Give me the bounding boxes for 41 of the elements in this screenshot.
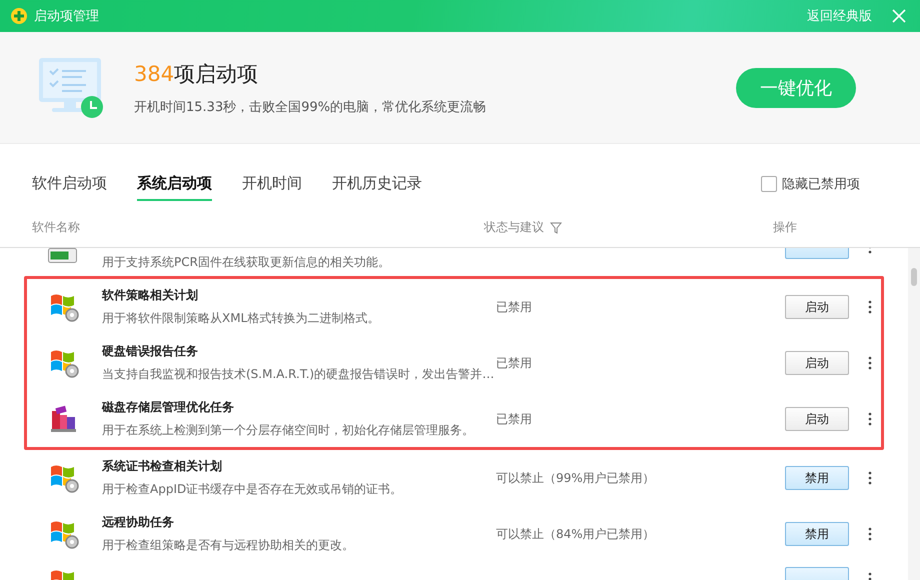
task-description: 用于将软件限制策略从XML格式转换为二进制格式。: [102, 310, 380, 327]
more-icon[interactable]: [868, 412, 872, 426]
scrollbar-thumb[interactable]: [911, 268, 917, 286]
tab[interactable]: 软件启动项: [32, 168, 107, 200]
checkbox[interactable]: [761, 176, 777, 192]
task-name: 磁盘存储层管理优化任务: [102, 399, 235, 416]
boot-time-summary: 开机时间15.33秒，击败全国99%的电脑，常优化系统更流畅: [134, 98, 486, 116]
task-name: 软件策略相关计划: [102, 287, 199, 304]
tab[interactable]: 开机历史记录: [332, 168, 422, 200]
disable-button[interactable]: 禁用: [785, 466, 849, 490]
status-text: 可以禁止（84%用户已禁用）: [496, 526, 655, 540]
plus-logo-icon: [10, 7, 28, 25]
more-icon[interactable]: [868, 527, 872, 541]
task-description: 用于检查AppID证书缓存中是否存在无效或吊销的证书。: [102, 481, 404, 498]
window-title: 启动项管理: [34, 8, 99, 25]
more-icon[interactable]: [868, 471, 872, 485]
filter-icon[interactable]: [550, 222, 562, 234]
task-description: 用于支持系统PCR固件在线获取更新信息的相关功能。: [102, 254, 391, 271]
disable-button[interactable]: 禁用: [785, 522, 849, 546]
checkbox-label: 隐藏已禁用项: [782, 176, 860, 193]
battery-icon: [48, 248, 77, 263]
task-name: 硬盘错误报告任务: [102, 343, 199, 360]
tab[interactable]: 系统启动项: [137, 168, 212, 200]
task-description: 用于检查组策略是否有与远程协助相关的更改。: [102, 537, 355, 554]
column-header: 状态与建议: [484, 219, 544, 236]
task-description: 当支持自我监视和报告技术(S.M.A.R.T.)的硬盘报告错误时，发出告警并…: [102, 366, 496, 383]
task-name: 系统证书检查相关计划: [102, 458, 223, 475]
tab[interactable]: 开机时间: [242, 168, 302, 200]
scrollbar[interactable]: [908, 248, 920, 580]
more-icon[interactable]: [868, 300, 872, 314]
startup-count-title: 384项启动项: [134, 60, 260, 88]
status-text: 已禁用: [496, 356, 532, 370]
status-text: 已禁用: [496, 300, 532, 314]
column-header: 操作: [773, 219, 797, 236]
task-description: 用于在系统上检测到第一个分层存储空间时，初始化存储层管理服务。: [102, 422, 475, 439]
status-text: 可以禁止（99%用户已禁用）: [496, 470, 655, 484]
column-header: 软件名称: [32, 219, 81, 236]
status-text: 已禁用: [496, 412, 532, 426]
task-name: 远程协助任务: [102, 514, 175, 531]
more-icon[interactable]: [868, 356, 872, 370]
monitor-clock-icon: [38, 56, 104, 118]
